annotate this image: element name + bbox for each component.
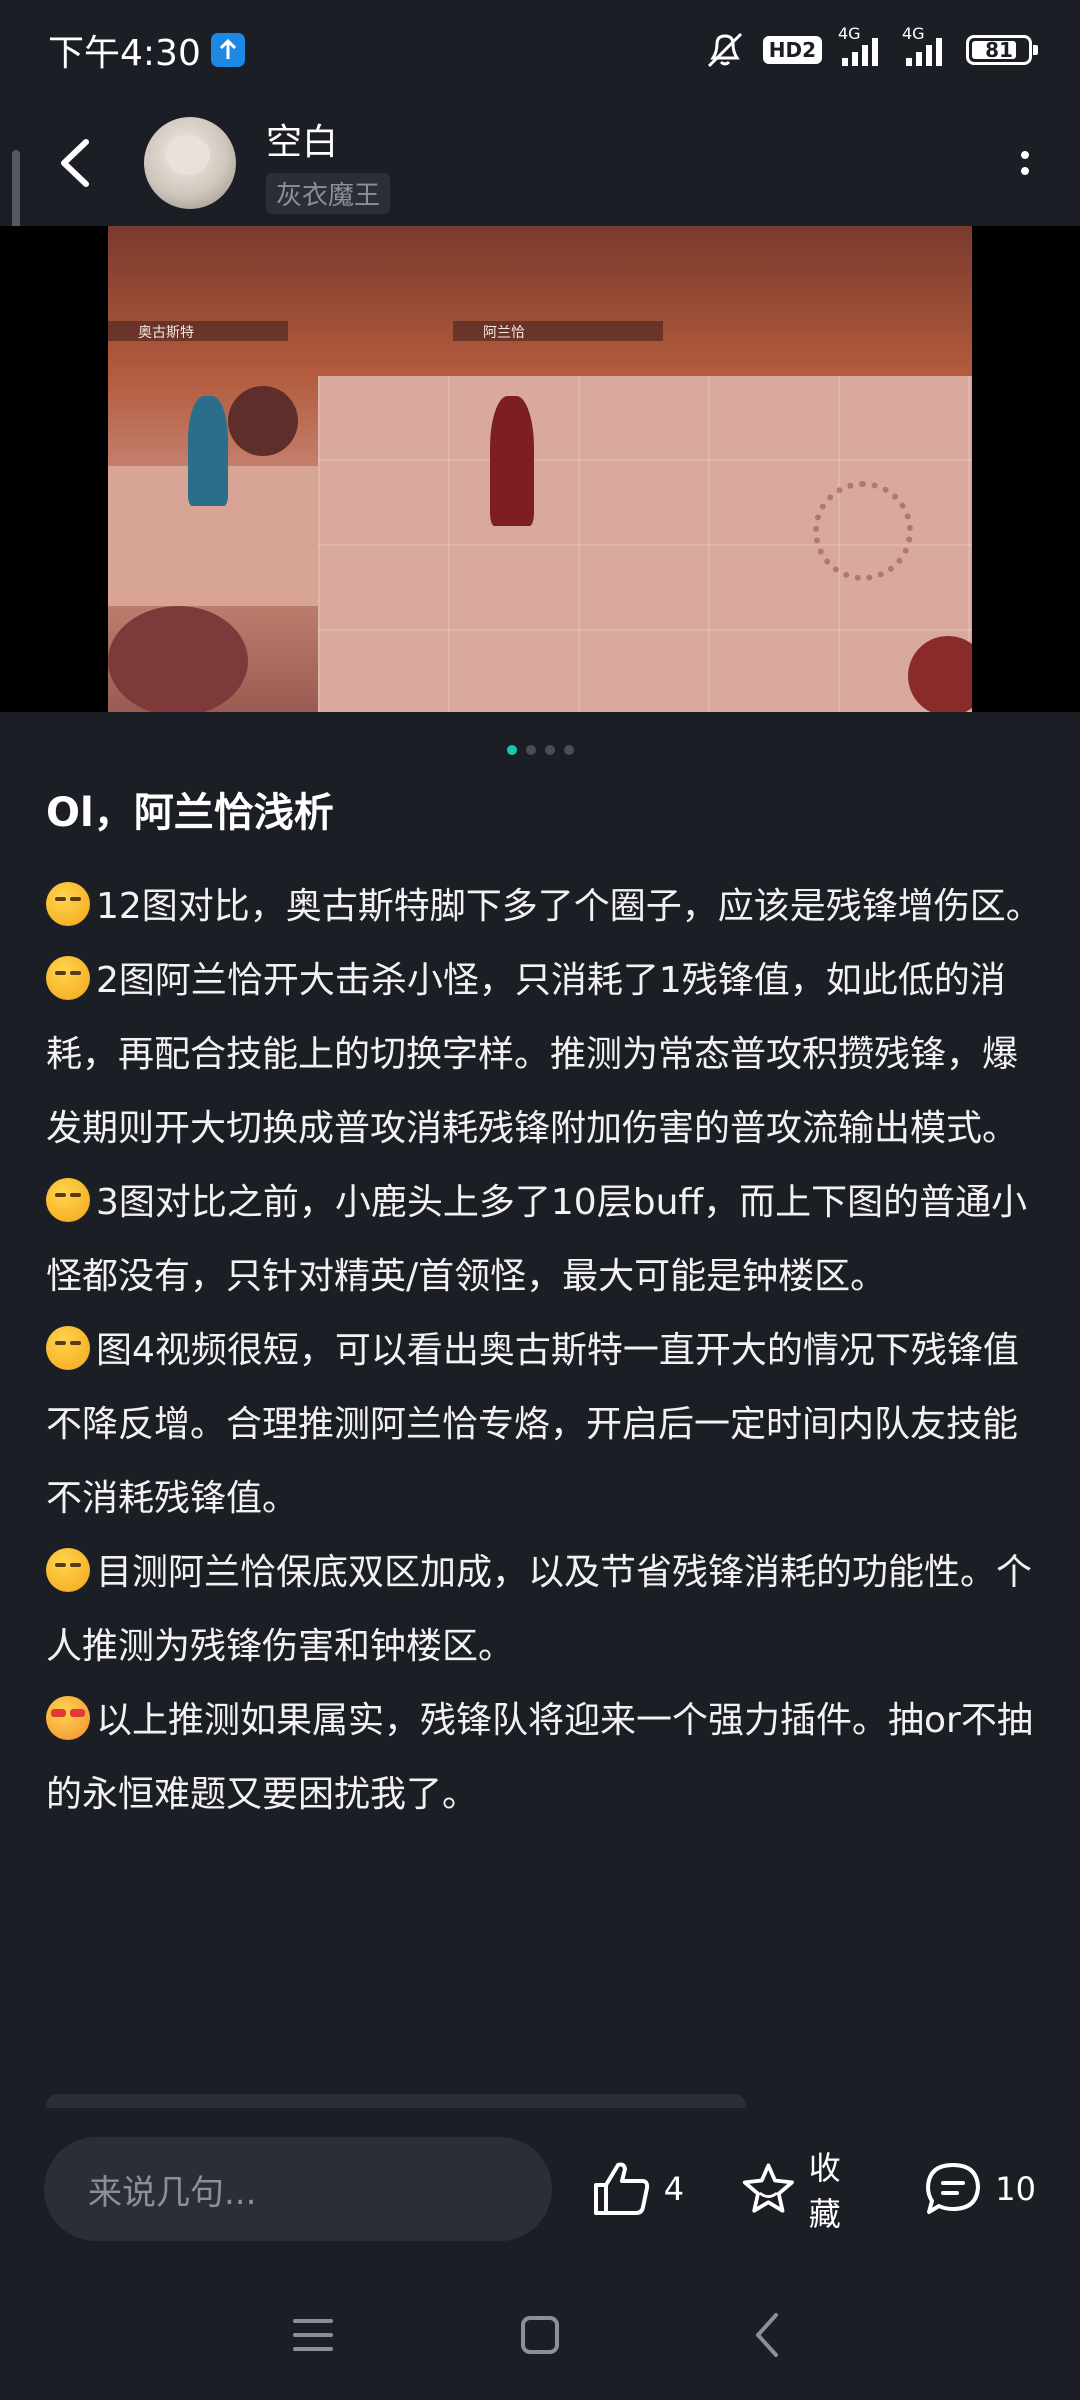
square-icon — [520, 2316, 559, 2354]
more-options-button[interactable] — [1010, 130, 1040, 196]
comment-count: 10 — [995, 2170, 1036, 2208]
paragraph: 12图对比，奥古斯特脚下多了个圈子，应该是残锋增伤区。 — [46, 870, 1046, 944]
system-nav-bar — [0, 2270, 1080, 2400]
user-tag: 灰衣魔王 — [266, 172, 391, 214]
network-type-2: 4G — [902, 24, 925, 43]
comment-bubble-icon — [926, 2163, 981, 2214]
recents-button[interactable] — [278, 2300, 348, 2370]
paragraph: 3图对比之前，小鹿头上多了10层buff，而上下图的普通小怪都没有，只针对精英/… — [46, 1166, 1046, 1314]
decor-sphere — [228, 386, 298, 456]
pager-dot[interactable] — [525, 745, 536, 755]
favorite-label: 收藏 — [808, 2149, 841, 2233]
pager-dot-active[interactable] — [506, 745, 517, 755]
post-body: 12图对比，奥古斯特脚下多了个圈子，应该是残锋增伤区。 2图阿兰恰开大击杀小怪，… — [46, 870, 1046, 1832]
next-card-peek — [46, 2094, 746, 2108]
thinking-face-icon — [46, 1178, 90, 1222]
comment-placeholder: 来说几句... — [88, 2172, 257, 2213]
avatar[interactable] — [144, 117, 236, 209]
mute-icon — [703, 30, 747, 70]
paragraph: 图4视频很短，可以看出奥古斯特一直开大的情况下残锋值不降反增。合理推测阿兰恰专烙… — [46, 1314, 1046, 1536]
nav-back-button[interactable] — [732, 2300, 802, 2370]
paragraph-text: 目测阿兰恰保底双区加成，以及节省残锋消耗的功能性。个人推测为残锋伤害和钟楼区。 — [46, 1552, 1033, 1667]
comment-button[interactable]: 10 — [923, 2161, 1036, 2217]
action-bar: 来说几句... 4 收藏 10 — [0, 2108, 1080, 2270]
thinking-face-icon — [46, 1326, 90, 1370]
chevron-left-icon — [755, 2313, 778, 2357]
paragraph: 以上推测如果属实，残锋队将迎来一个强力插件。抽or不抽的永恒难题又要困扰我了。 — [46, 1684, 1046, 1832]
status-bar: 下午4:30 HD2 4G 4G 81 — [0, 0, 1080, 100]
battery-icon: 81 — [966, 35, 1038, 65]
like-count: 4 — [663, 2170, 685, 2208]
home-button[interactable] — [505, 2300, 575, 2370]
game-screenshot[interactable]: 奥古斯特 阿兰恰 — [108, 226, 972, 712]
more-dot — [1021, 167, 1029, 175]
paragraph-text: 12图对比，奥古斯特脚下多了个圈子，应该是残锋增伤区。 — [96, 886, 1042, 927]
paragraph: 2图阿兰恰开大击杀小怪，只消耗了1残锋值，如此低的消耗，再配合技能上的切换字样。… — [46, 944, 1046, 1166]
upload-arrow-icon — [210, 33, 245, 67]
username[interactable]: 空白 — [266, 113, 390, 165]
floor-sun-emblem — [813, 481, 913, 581]
user-info: 空白 灰衣魔王 — [266, 113, 391, 214]
pager-dot[interactable] — [563, 745, 574, 755]
chevron-left-icon — [61, 139, 89, 187]
character-label-left: 奥古斯特 — [138, 325, 194, 341]
more-dot — [1021, 151, 1029, 159]
paragraph-text: 以上推测如果属实，残锋队将迎来一个强力插件。抽or不抽的永恒难题又要困扰我了。 — [46, 1700, 1033, 1815]
thinking-face-icon — [46, 882, 90, 926]
battery-level: 81 — [985, 38, 1013, 62]
post-title: Ol，阿兰恰浅析 — [46, 790, 334, 836]
carousel-pager — [0, 745, 1080, 755]
thinking-face-icon — [46, 1548, 90, 1592]
post-header: 空白 灰衣魔王 — [0, 100, 1080, 226]
decor-bottom-left — [108, 606, 248, 712]
name-bar-left — [108, 321, 288, 341]
character-label-center: 阿兰恰 — [483, 325, 525, 341]
star-icon — [742, 2163, 794, 2213]
pager-dot[interactable] — [544, 745, 555, 755]
status-time: 下午4:30 — [48, 33, 201, 74]
hd-badge: HD2 — [762, 36, 822, 64]
thumbs-up-icon — [593, 2162, 649, 2215]
signal-icon: 4G — [838, 24, 886, 68]
paragraph-text: 图4视频很短，可以看出奥古斯特一直开大的情况下残锋值不降反增。合理推测阿兰恰专烙… — [46, 1330, 1019, 1519]
network-type: 4G — [838, 24, 861, 43]
sunglasses-face-icon — [46, 1696, 90, 1740]
thinking-face-icon — [46, 956, 90, 1000]
paragraph: 目测阿兰恰保底双区加成，以及节省残锋消耗的功能性。个人推测为残锋伤害和钟楼区。 — [46, 1536, 1046, 1684]
menu-icon — [293, 2319, 334, 2351]
paragraph-text: 3图对比之前，小鹿头上多了10层buff，而上下图的普通小怪都没有，只针对精英/… — [46, 1182, 1028, 1297]
media-carousel[interactable]: 奥古斯特 阿兰恰 — [0, 226, 1080, 712]
status-icons: HD2 4G 4G 81 — [703, 24, 1038, 70]
character-august — [188, 396, 228, 506]
paragraph-text: 2图阿兰恰开大击杀小怪，只消耗了1残锋值，如此低的消耗，再配合技能上的切换字样。… — [46, 960, 1019, 1149]
like-button[interactable]: 4 — [592, 2161, 684, 2217]
character-alancia — [490, 396, 534, 526]
favorite-button[interactable]: 收藏 — [740, 2143, 869, 2235]
back-button[interactable] — [50, 128, 100, 198]
signal-icon-2: 4G — [902, 24, 950, 68]
comment-input[interactable]: 来说几句... — [44, 2137, 552, 2241]
